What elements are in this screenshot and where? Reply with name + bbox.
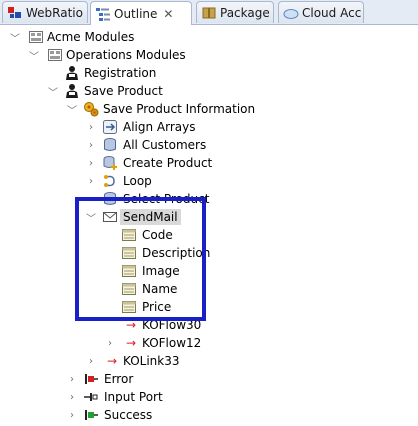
tree-node-field[interactable]: Description — [0, 244, 418, 262]
tree-node-success[interactable]: › Success — [0, 406, 418, 424]
modules-icon — [48, 49, 62, 61]
tree-node-align-arrays[interactable]: › Align Arrays — [0, 118, 418, 136]
tab-label: Outline — [114, 6, 158, 21]
tree-node-label: Error — [104, 372, 134, 386]
tree-node-label: KOFlow12 — [142, 336, 202, 350]
chevron-right-icon[interactable]: › — [67, 374, 77, 385]
tree-node-create-product[interactable]: › Create Product — [0, 154, 418, 172]
chevron-down-icon[interactable]: ﹀ — [10, 32, 20, 45]
tree-node-label: Input Port — [104, 390, 163, 404]
tree-node-label: Operations Modules — [66, 48, 186, 62]
tree-node-input-port[interactable]: › Input Port — [0, 388, 418, 406]
tree-node-select-product[interactable]: › Select Product — [0, 190, 418, 208]
chevron-right-icon[interactable]: › — [67, 392, 77, 403]
tab-label: Cloud Acc — [302, 5, 362, 20]
chevron-right-icon[interactable]: › — [86, 158, 96, 169]
tree-node-field[interactable]: Name — [0, 280, 418, 298]
tab-label: Package E — [220, 5, 273, 20]
tree-node-label: Loop — [123, 174, 152, 188]
mail-icon — [103, 212, 117, 222]
user-module-icon — [66, 66, 78, 80]
tree-node-label: Registration — [84, 66, 157, 80]
tree-node-registration[interactable]: Registration — [0, 64, 418, 82]
tree-node-label: Image — [142, 264, 180, 278]
tree-node-label: Create Product — [123, 156, 213, 170]
tree-node-label: KOFlow30 — [142, 318, 202, 332]
webratio-icon — [8, 6, 21, 18]
tree-node-label: Acme Modules — [47, 30, 135, 44]
tree-node-error[interactable]: › Error — [0, 370, 418, 388]
loop-icon — [104, 175, 115, 187]
tree-node-koflow30[interactable]: → KOFlow30 — [0, 316, 418, 334]
tree-node-all-customers[interactable]: › All Customers — [0, 136, 418, 154]
tree-node-koflow12[interactable]: › → KOFlow12 — [0, 334, 418, 352]
tree-node-loop[interactable]: › Loop — [0, 172, 418, 190]
tree-node-label: Align Arrays — [123, 120, 196, 134]
chevron-right-icon[interactable]: › — [86, 356, 96, 367]
tree-node-save-product[interactable]: ﹀ Save Product — [0, 82, 418, 100]
operation-group-icon — [84, 102, 99, 117]
tree-node-acme-modules[interactable]: ﹀ Acme Modules — [0, 28, 418, 46]
tab-outline[interactable]: Outline ✕ — [90, 1, 192, 25]
tree-node-label: Price — [142, 300, 172, 314]
view-tab-bar: WebRatio E Outline ✕ Package E — [0, 0, 418, 25]
tree-node-field[interactable]: Code — [0, 226, 418, 244]
tree-node-field[interactable]: Image — [0, 262, 418, 280]
tree-node-sendmail[interactable]: ﹀ SendMail — [0, 208, 418, 226]
tree-node-label: KOLink33 — [123, 354, 180, 368]
align-arrays-icon — [103, 120, 117, 134]
tree-node-label: Success — [104, 408, 153, 422]
outline-icon — [96, 7, 110, 21]
tab-package-explorer[interactable]: Package E — [196, 1, 274, 23]
field-icon — [122, 229, 136, 241]
tree-node-save-product-information[interactable]: ﹀ Save Product Information — [0, 100, 418, 118]
input-port-icon — [84, 393, 98, 401]
chevron-right-icon[interactable]: › — [86, 176, 96, 187]
tree-node-label: SendMail — [120, 209, 181, 225]
chevron-right-icon[interactable]: › — [67, 410, 77, 421]
arrow-right-icon: → — [126, 318, 137, 332]
tab-cloud[interactable]: Cloud Acc — [278, 1, 364, 23]
tree-node-label: Description — [142, 246, 211, 260]
tree-node-label: Save Product — [84, 84, 163, 98]
chevron-down-icon[interactable]: ﹀ — [48, 86, 58, 99]
tree-node-label: Select Product — [123, 192, 210, 206]
success-port-icon — [85, 410, 98, 420]
database-icon — [104, 138, 116, 151]
chevron-right-icon[interactable]: › — [86, 122, 96, 133]
package-explorer-icon — [202, 7, 216, 18]
field-icon — [122, 301, 136, 313]
field-icon — [122, 265, 136, 277]
modules-icon — [29, 31, 43, 43]
tree-node-operations-modules[interactable]: ﹀ Operations Modules — [0, 46, 418, 64]
create-icon — [103, 156, 117, 170]
chevron-down-icon[interactable]: ﹀ — [67, 104, 77, 117]
chevron-right-icon[interactable]: › — [105, 338, 115, 349]
tab-webratio[interactable]: WebRatio E — [2, 1, 88, 23]
chevron-down-icon[interactable]: ﹀ — [29, 50, 39, 63]
tab-label: WebRatio E — [26, 5, 88, 20]
tree-node-label: Name — [142, 282, 178, 296]
tree-node-label: Save Product Information — [103, 102, 256, 116]
arrow-right-icon: → — [126, 336, 137, 350]
tree-node-label: Code — [142, 228, 173, 242]
chevron-down-icon[interactable]: ﹀ — [86, 212, 96, 225]
cloud-icon — [283, 8, 299, 19]
error-port-icon — [85, 374, 98, 384]
tree-node-field[interactable]: Price — [0, 298, 418, 316]
tree-node-label: All Customers — [123, 138, 207, 152]
close-icon[interactable]: ✕ — [163, 8, 173, 20]
chevron-right-icon[interactable]: › — [86, 194, 96, 205]
database-icon — [104, 192, 116, 205]
outline-view: WebRatio E Outline ✕ Package E — [0, 0, 418, 426]
field-icon — [122, 283, 136, 295]
tree-node-kolink33[interactable]: › → KOLink33 — [0, 352, 418, 370]
chevron-right-icon[interactable]: › — [86, 140, 96, 151]
field-icon — [122, 247, 136, 259]
arrow-right-icon: → — [107, 354, 118, 368]
user-module-icon — [66, 84, 78, 98]
outline-tree: ﹀ Acme Modules ﹀ Operations Modules Regi… — [0, 25, 418, 426]
